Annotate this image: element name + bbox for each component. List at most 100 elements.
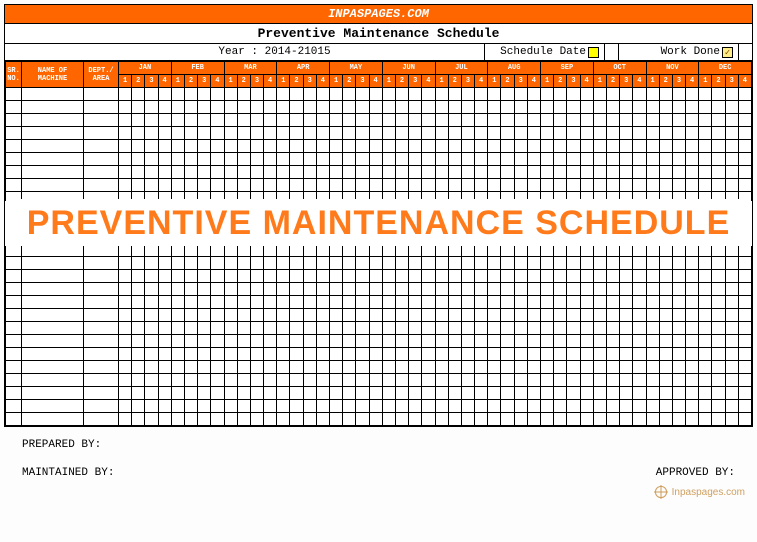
cell-week[interactable] xyxy=(659,231,672,244)
cell-week[interactable] xyxy=(541,335,554,348)
cell-week[interactable] xyxy=(290,309,303,322)
cell-week[interactable] xyxy=(145,361,158,374)
cell-week[interactable] xyxy=(356,88,369,101)
cell-week[interactable] xyxy=(514,127,527,140)
cell-week[interactable] xyxy=(330,218,343,231)
cell-week[interactable] xyxy=(395,244,408,257)
cell-week[interactable] xyxy=(514,400,527,413)
cell-week[interactable] xyxy=(606,114,619,127)
cell-week[interactable] xyxy=(686,114,699,127)
cell-week[interactable] xyxy=(184,348,197,361)
cell-week[interactable] xyxy=(184,309,197,322)
cell-week[interactable] xyxy=(514,192,527,205)
cell-week[interactable] xyxy=(224,140,237,153)
cell-week[interactable] xyxy=(119,231,132,244)
cell-week[interactable] xyxy=(514,114,527,127)
cell-week[interactable] xyxy=(580,296,593,309)
cell-week[interactable] xyxy=(659,101,672,114)
cell-week[interactable] xyxy=(316,361,329,374)
cell-week[interactable] xyxy=(738,387,751,400)
cell-week[interactable] xyxy=(330,283,343,296)
cell-week[interactable] xyxy=(330,335,343,348)
cell-week[interactable] xyxy=(646,179,659,192)
cell-name[interactable] xyxy=(22,335,84,348)
cell-week[interactable] xyxy=(686,374,699,387)
cell-week[interactable] xyxy=(686,127,699,140)
cell-week[interactable] xyxy=(580,153,593,166)
cell-week[interactable] xyxy=(303,88,316,101)
cell-week[interactable] xyxy=(699,166,712,179)
cell-week[interactable] xyxy=(738,296,751,309)
cell-week[interactable] xyxy=(158,283,171,296)
cell-week[interactable] xyxy=(514,218,527,231)
cell-week[interactable] xyxy=(277,114,290,127)
cell-week[interactable] xyxy=(527,283,540,296)
cell-week[interactable] xyxy=(659,270,672,283)
cell-week[interactable] xyxy=(593,127,606,140)
cell-week[interactable] xyxy=(699,244,712,257)
cell-week[interactable] xyxy=(699,374,712,387)
cell-week[interactable] xyxy=(264,374,277,387)
cell-week[interactable] xyxy=(422,335,435,348)
cell-week[interactable] xyxy=(330,231,343,244)
cell-week[interactable] xyxy=(145,413,158,426)
cell-week[interactable] xyxy=(501,166,514,179)
cell-sr[interactable] xyxy=(6,231,22,244)
cell-week[interactable] xyxy=(686,179,699,192)
cell-week[interactable] xyxy=(316,88,329,101)
cell-week[interactable] xyxy=(395,387,408,400)
cell-week[interactable] xyxy=(435,166,448,179)
cell-week[interactable] xyxy=(198,127,211,140)
cell-week[interactable] xyxy=(435,322,448,335)
cell-week[interactable] xyxy=(475,140,488,153)
cell-week[interactable] xyxy=(738,413,751,426)
cell-week[interactable] xyxy=(646,387,659,400)
cell-week[interactable] xyxy=(501,127,514,140)
cell-sr[interactable] xyxy=(6,88,22,101)
cell-week[interactable] xyxy=(738,244,751,257)
cell-week[interactable] xyxy=(699,309,712,322)
cell-week[interactable] xyxy=(211,413,224,426)
cell-week[interactable] xyxy=(184,413,197,426)
cell-week[interactable] xyxy=(198,322,211,335)
cell-week[interactable] xyxy=(277,218,290,231)
cell-week[interactable] xyxy=(343,140,356,153)
cell-week[interactable] xyxy=(119,361,132,374)
cell-week[interactable] xyxy=(659,244,672,257)
cell-week[interactable] xyxy=(290,244,303,257)
cell-week[interactable] xyxy=(303,387,316,400)
cell-week[interactable] xyxy=(184,387,197,400)
cell-week[interactable] xyxy=(382,361,395,374)
cell-name[interactable] xyxy=(22,400,84,413)
cell-week[interactable] xyxy=(593,335,606,348)
cell-week[interactable] xyxy=(119,283,132,296)
cell-week[interactable] xyxy=(646,244,659,257)
cell-week[interactable] xyxy=(646,374,659,387)
cell-week[interactable] xyxy=(184,192,197,205)
cell-week[interactable] xyxy=(699,101,712,114)
cell-week[interactable] xyxy=(712,231,725,244)
cell-week[interactable] xyxy=(369,140,382,153)
cell-week[interactable] xyxy=(316,127,329,140)
cell-week[interactable] xyxy=(224,205,237,218)
cell-week[interactable] xyxy=(541,205,554,218)
cell-week[interactable] xyxy=(659,218,672,231)
cell-week[interactable] xyxy=(633,231,646,244)
cell-week[interactable] xyxy=(488,283,501,296)
cell-week[interactable] xyxy=(145,192,158,205)
cell-week[interactable] xyxy=(316,257,329,270)
cell-week[interactable] xyxy=(541,101,554,114)
cell-week[interactable] xyxy=(593,322,606,335)
cell-week[interactable] xyxy=(409,270,422,283)
cell-week[interactable] xyxy=(712,205,725,218)
cell-week[interactable] xyxy=(725,166,738,179)
cell-week[interactable] xyxy=(659,374,672,387)
cell-week[interactable] xyxy=(475,335,488,348)
cell-week[interactable] xyxy=(132,309,145,322)
cell-week[interactable] xyxy=(145,166,158,179)
cell-week[interactable] xyxy=(699,257,712,270)
cell-week[interactable] xyxy=(672,140,685,153)
cell-week[interactable] xyxy=(158,114,171,127)
cell-week[interactable] xyxy=(171,127,184,140)
cell-week[interactable] xyxy=(290,387,303,400)
